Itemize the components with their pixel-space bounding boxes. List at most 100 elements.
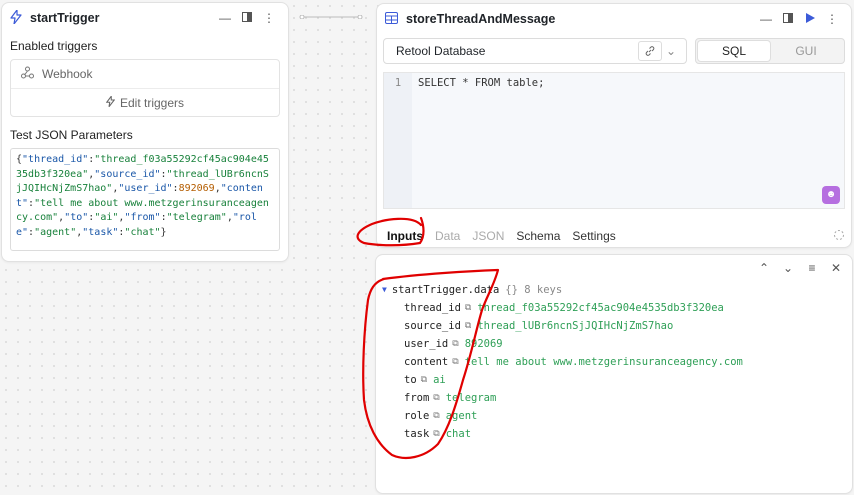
expand-panel-icon[interactable] xyxy=(236,11,258,25)
tree-key: to xyxy=(404,374,417,386)
tree-row[interactable]: role ⧉ agent xyxy=(382,407,852,425)
json-token: "chat" xyxy=(124,226,161,238)
ai-assist-icon[interactable]: ☻ xyxy=(822,186,840,204)
tab-schema[interactable]: Schema xyxy=(516,229,560,243)
copy-icon[interactable]: ⧉ xyxy=(465,317,471,335)
tree-key: user_id xyxy=(404,338,449,350)
link-icon[interactable] xyxy=(638,41,662,61)
edit-triggers-button[interactable]: Edit triggers xyxy=(11,88,279,116)
json-token: "task" xyxy=(82,226,119,238)
tree-row[interactable]: to ⧉ ai xyxy=(382,371,852,389)
tree-key: content xyxy=(404,356,449,368)
tab-data[interactable]: Data xyxy=(435,229,460,243)
resource-row: Retool Database ⌄ SQL GUI xyxy=(383,38,845,64)
copy-icon[interactable]: ⧉ xyxy=(465,299,471,317)
collapse-all-icon[interactable]: ≡ xyxy=(800,261,824,275)
sql-code[interactable]: SELECT * FROM table; xyxy=(418,77,544,89)
start-trigger-card: startTrigger — ⋮ Enabled triggers Webhoo… xyxy=(1,2,289,262)
tree-row[interactable]: content ⧉ tell me about www.metzgerinsuran… xyxy=(382,353,852,371)
tab-json[interactable]: JSON xyxy=(472,229,504,243)
more-options-icon[interactable]: ⋮ xyxy=(258,11,280,25)
start-trigger-header: startTrigger — ⋮ xyxy=(2,3,288,33)
json-token: } xyxy=(160,226,167,238)
more-options-icon[interactable]: ⋮ xyxy=(821,12,843,26)
tree-value: agent xyxy=(445,410,478,422)
tree-key: from xyxy=(404,392,430,404)
tree-root-key: startTrigger.data xyxy=(391,284,500,296)
lightning-icon xyxy=(10,8,22,27)
tab-settings[interactable]: Settings xyxy=(572,229,615,243)
json-token: "user_id" xyxy=(118,183,173,194)
tree-row[interactable]: user_id ⧉ 892069 xyxy=(382,335,852,353)
tab-inputs[interactable]: Inputs xyxy=(387,229,423,243)
loading-icon xyxy=(833,229,845,244)
json-token: "from" xyxy=(124,212,161,223)
tree-row[interactable]: thread_id ⧉ thread_f03a55292cf45ac904e4535… xyxy=(382,299,852,317)
json-token: "agent" xyxy=(34,226,77,238)
data-tree: ▼ startTrigger.data {} 8 keys thread_id ⧉… xyxy=(376,281,852,443)
json-token: "source_id" xyxy=(94,168,161,180)
tree-value: ai xyxy=(433,374,446,386)
json-token: "telegram" xyxy=(166,212,227,223)
tree-key: task xyxy=(404,428,430,440)
tree-key: thread_id xyxy=(404,302,461,314)
tree-value: chat xyxy=(445,428,472,440)
line-number: 1 xyxy=(384,73,412,208)
copy-icon[interactable]: ⧉ xyxy=(433,407,439,425)
close-icon[interactable]: ✕ xyxy=(824,261,848,275)
mode-toggle: SQL GUI xyxy=(695,38,845,64)
table-icon xyxy=(385,11,398,27)
tree-key: source_id xyxy=(404,320,461,332)
data-panel-header: ⌃ ⌄ ≡ ✕ xyxy=(376,255,852,281)
run-icon[interactable] xyxy=(799,12,821,26)
query-header: storeThreadAndMessage — ⋮ xyxy=(377,4,851,34)
tree-key: role xyxy=(404,410,430,422)
gui-mode-button[interactable]: GUI xyxy=(770,41,842,61)
triggers-list: Webhook Edit triggers xyxy=(10,59,280,117)
sql-mode-button[interactable]: SQL xyxy=(698,41,770,61)
chevron-down-icon[interactable]: ⌄ xyxy=(662,44,680,58)
copy-icon[interactable]: ⧉ xyxy=(421,371,427,389)
tree-root[interactable]: ▼ startTrigger.data {} 8 keys xyxy=(382,281,852,299)
edit-triggers-label: Edit triggers xyxy=(119,95,185,110)
webhook-label: Webhook xyxy=(42,67,93,81)
json-token: "ai" xyxy=(94,212,119,223)
chevron-up-icon[interactable]: ⌃ xyxy=(752,261,776,275)
query-subtabs: Inputs Data JSON Schema Settings xyxy=(377,224,851,248)
enabled-triggers-label: Enabled triggers xyxy=(10,39,98,53)
copy-icon[interactable]: ⧉ xyxy=(433,389,439,407)
tree-row[interactable]: task ⧉ chat xyxy=(382,425,852,443)
lightning-icon xyxy=(105,94,116,110)
json-token: "to" xyxy=(64,212,89,223)
tree-root-meta: {} 8 keys xyxy=(505,284,563,296)
json-token: 892069 xyxy=(178,183,215,194)
start-trigger-title[interactable]: startTrigger xyxy=(30,11,214,25)
tree-row[interactable]: from ⧉ telegram xyxy=(382,389,852,407)
json-token: "thread_id" xyxy=(22,154,89,165)
test-json-editor[interactable]: {"thread_id":"thread_f03a55292cf45ac904e… xyxy=(10,148,280,251)
copy-icon[interactable]: ⧉ xyxy=(452,335,458,353)
tree-value: thread_lUBr6ncnSjJQIHcNjZmS7hao xyxy=(477,320,674,332)
resource-name: Retool Database xyxy=(396,44,486,58)
tree-value: telegram xyxy=(445,392,497,404)
query-title[interactable]: storeThreadAndMessage xyxy=(406,12,755,26)
data-panel: ⌃ ⌄ ≡ ✕ ▼ startTrigger.data {} 8 keys th… xyxy=(375,254,853,494)
tree-value: tell me about www.metzgerinsuranceagency… xyxy=(464,356,743,368)
query-card: storeThreadAndMessage — ⋮ Retool Databas… xyxy=(376,3,852,248)
minimize-icon[interactable]: — xyxy=(755,12,777,26)
chevron-down-icon[interactable]: ⌄ xyxy=(776,261,800,275)
caret-down-icon[interactable]: ▼ xyxy=(382,281,387,299)
test-json-parameters-label: Test JSON Parameters xyxy=(10,128,133,142)
tree-row[interactable]: source_id ⧉ thread_lUBr6ncnSjJQIHcNjZmS7ha… xyxy=(382,317,852,335)
webhook-icon xyxy=(21,66,34,82)
minimize-icon[interactable]: — xyxy=(214,11,236,25)
copy-icon[interactable]: ⧉ xyxy=(452,353,458,371)
copy-icon[interactable]: ⧉ xyxy=(433,425,439,443)
webhook-trigger[interactable]: Webhook xyxy=(11,60,279,88)
connector-line xyxy=(299,15,363,19)
tree-value: 892069 xyxy=(464,338,503,350)
expand-panel-icon[interactable] xyxy=(777,12,799,26)
sql-editor[interactable]: 1 SELECT * FROM table; ☻ xyxy=(383,72,845,209)
tree-value: thread_f03a55292cf45ac904e4535db3f320ea xyxy=(477,302,724,314)
resource-select[interactable]: Retool Database ⌄ xyxy=(383,38,687,64)
